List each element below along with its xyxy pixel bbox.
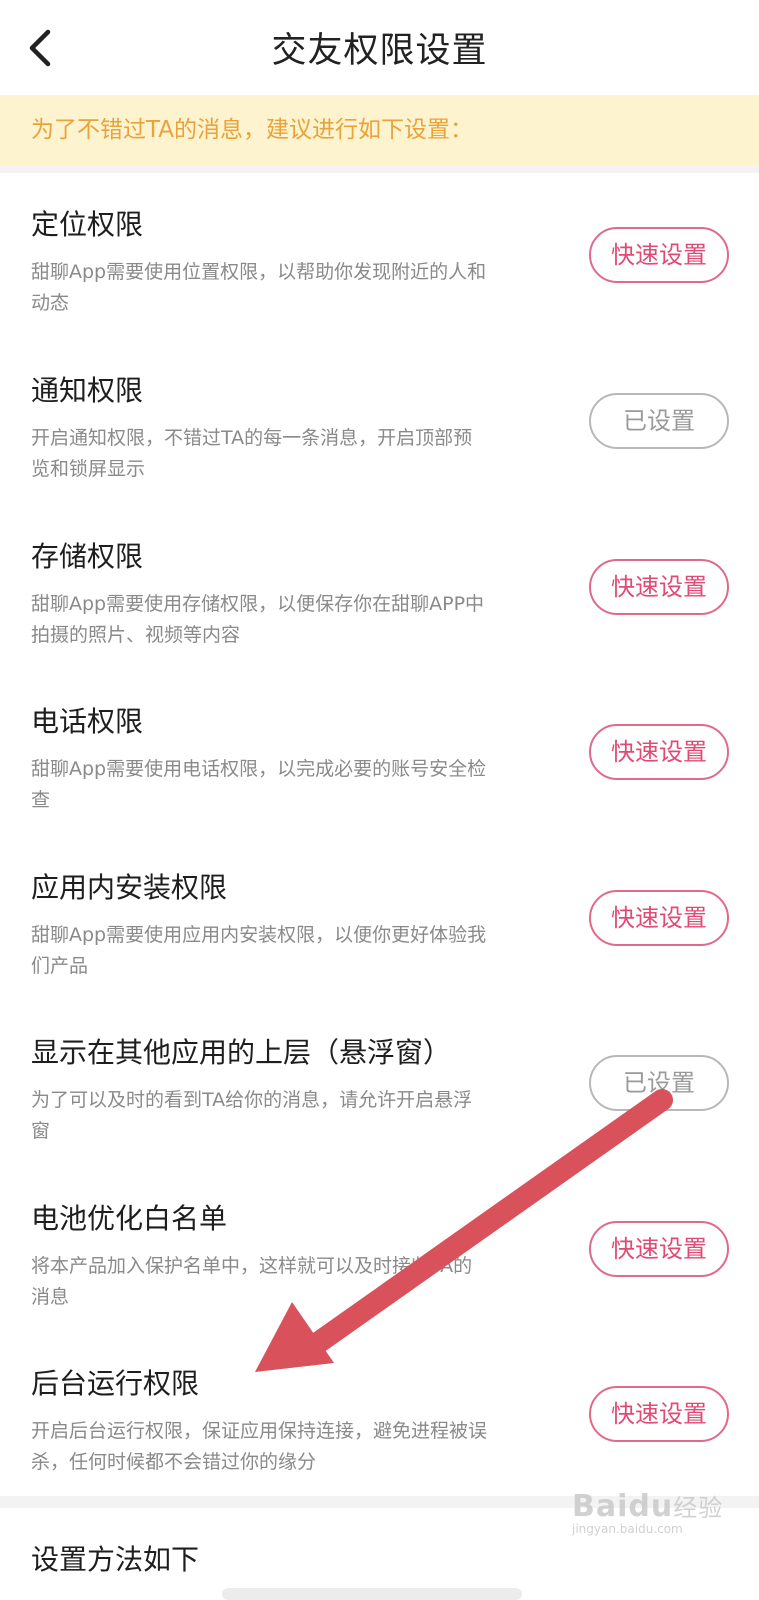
watermark: Baidu经验 jingyan.baidu.com: [572, 1488, 752, 1558]
quick-setup-button[interactable]: 快速设置: [589, 559, 729, 615]
item-title: 后台运行权限: [31, 1367, 200, 1400]
item-title: 应用内安装权限: [31, 871, 228, 904]
permission-item-storage: 存储权限 甜聊App需要使用存储权限，以便保存你在甜聊APP中拍摄的照片、视频等…: [0, 505, 759, 673]
permission-item-phone: 电话权限 甜聊App需要使用电话权限，以完成必要的账号安全检查 快速设置: [0, 670, 759, 838]
item-title: 定位权限: [31, 208, 144, 241]
permission-item-battery: 电池优化白名单 将本产品加入保护名单中，这样就可以及时接收TA的消息 快速设置: [0, 1167, 759, 1335]
permission-item-location: 定位权限 甜聊App需要使用位置权限，以帮助你发现附近的人和动态 快速设置: [0, 173, 759, 341]
permission-item-background: 后台运行权限 开启后台运行权限，保证应用保持连接，避免进程被误杀，任何时候都不会…: [0, 1332, 759, 1500]
item-title: 存储权限: [31, 540, 144, 573]
item-description: 甜聊App需要使用存储权限，以便保存你在甜聊APP中拍摄的照片、视频等内容: [31, 593, 485, 646]
quick-setup-button[interactable]: 快速设置: [589, 890, 729, 946]
permission-item-overlay: 显示在其他应用的上层（悬浮窗） 为了可以及时的看到TA给你的消息，请允许开启悬浮…: [0, 1001, 759, 1169]
divider: [0, 165, 759, 173]
item-title: 通知权限: [31, 374, 144, 407]
quick-setup-button[interactable]: 快速设置: [589, 227, 729, 283]
quick-setup-button[interactable]: 快速设置: [589, 1386, 729, 1442]
top-bar: 交友权限设置: [0, 0, 759, 95]
quick-setup-button[interactable]: 快速设置: [589, 1221, 729, 1277]
baidu-logo: Baidu经验: [572, 1489, 724, 1524]
item-description: 甜聊App需要使用应用内安装权限，以便你更好体验我们产品: [31, 924, 487, 977]
quick-setup-button[interactable]: 快速设置: [589, 724, 729, 780]
image-placeholder: [222, 1588, 522, 1600]
item-title: 电池优化白名单: [31, 1202, 228, 1235]
watermark-url: jingyan.baidu.com: [572, 1522, 683, 1536]
permission-item-install: 应用内安装权限 甜聊App需要使用应用内安装权限，以便你更好体验我们产品 快速设…: [0, 836, 759, 1004]
already-set-button[interactable]: 已设置: [589, 393, 729, 449]
item-description: 将本产品加入保护名单中，这样就可以及时接收TA的消息: [31, 1255, 473, 1308]
item-title: 电话权限: [31, 705, 144, 738]
page-title: 交友权限设置: [271, 31, 488, 71]
item-description: 开启通知权限，不错过TA的每一条消息，开启顶部预览和锁屏显示: [31, 427, 473, 480]
hint-banner: 为了不错过TA的消息，建议进行如下设置：: [0, 95, 759, 165]
item-title: 显示在其他应用的上层（悬浮窗）: [31, 1036, 452, 1069]
permission-item-notification: 通知权限 开启通知权限，不错过TA的每一条消息，开启顶部预览和锁屏显示 已设置: [0, 339, 759, 507]
item-description: 为了可以及时的看到TA给你的消息，请允许开启悬浮窗: [31, 1089, 473, 1142]
item-description: 甜聊App需要使用电话权限，以完成必要的账号安全检查: [31, 758, 487, 811]
section-title: 设置方法如下: [31, 1543, 200, 1576]
already-set-button[interactable]: 已设置: [589, 1055, 729, 1111]
item-description: 开启后台运行权限，保证应用保持连接，避免进程被误杀，任何时候都不会错过你的缘分: [31, 1420, 488, 1473]
item-description: 甜聊App需要使用位置权限，以帮助你发现附近的人和动态: [31, 261, 487, 314]
